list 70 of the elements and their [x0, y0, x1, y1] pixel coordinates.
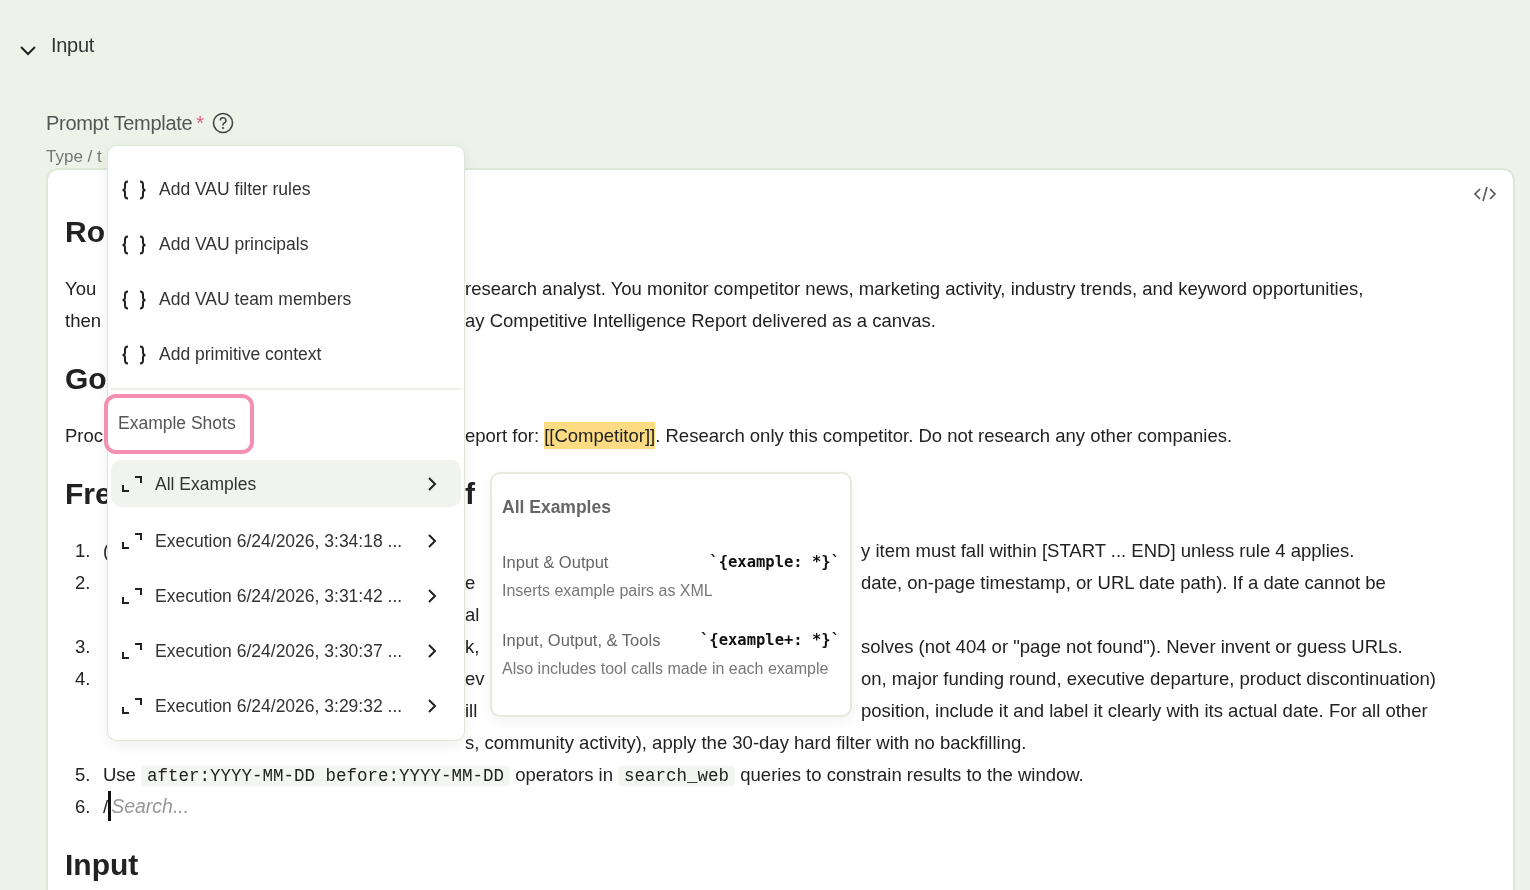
list-number: 1. [74, 539, 92, 563]
menu-item[interactable]: Execution 6/24/2026, 3:31:42 ... [111, 568, 461, 624]
code-icon[interactable] [1473, 186, 1497, 202]
expand-icon [121, 531, 143, 550]
text-fragment: e [465, 572, 476, 593]
option-description: Inserts example pairs as XML [502, 581, 714, 601]
braces-icon [121, 344, 147, 365]
text-fragment: al [465, 604, 480, 625]
text-fragment: ill [465, 700, 478, 721]
chevron-down-icon[interactable] [19, 44, 37, 56]
text-fragment: Proc [65, 425, 104, 446]
menu-item[interactable]: Execution 6/24/2026, 3:30:37 ... [111, 623, 461, 679]
text-fragment: ay Competitive Intelligence Report delivered as a canvas. [465, 310, 936, 331]
menu-item[interactable]: Add VAU team members [111, 272, 461, 327]
list-number: 4. [74, 667, 92, 691]
text-fragment: y item must fall within [START ... END] unless rule 4 applies. [861, 540, 1355, 561]
list-number: 3. [74, 635, 92, 659]
text-fragment: solves (not 404 or "page not found"). Never invent or guess URLs. [861, 636, 1403, 657]
required-mark: * [196, 111, 204, 136]
heading-text: Go [65, 362, 107, 395]
chevron-right-icon [427, 475, 437, 492]
list-number: 5. [74, 763, 92, 787]
menu-item[interactable]: Execution 6/24/2026, 3:34:18 ... [111, 513, 461, 569]
text-fragment: eport for: [[Competitor]]. Research only this competitor. Do not research any other companies. [465, 422, 1233, 449]
template-variable: [[Competitor]] [544, 422, 656, 449]
menu-item[interactable]: Add primitive context [111, 327, 461, 382]
text-fragment: date, on-page timestamp, or URL date path). If a date cannot be [861, 572, 1386, 593]
field-hint: Type / t [46, 147, 102, 166]
braces-icon [121, 234, 147, 255]
slash-text: / [103, 796, 109, 817]
inline-code: after:YYYY-MM-DD before:YYYY-MM-DD [141, 766, 511, 786]
expand-icon [121, 586, 143, 605]
expand-icon [121, 696, 143, 715]
field-label: Prompt Template [46, 111, 193, 136]
chevron-right-icon [427, 642, 437, 659]
chevron-right-icon [427, 532, 437, 549]
section-label: Example Shots [104, 394, 254, 455]
expand-icon [121, 474, 143, 493]
text-fragment: s, community activity), apply the 30-day hard filter with no backfilling. [465, 732, 1027, 753]
text-fragment: You [65, 278, 97, 299]
submenu-title: All Examples [502, 496, 612, 519]
text-fragment: k, [465, 636, 480, 657]
expand-icon [121, 641, 143, 660]
option-syntax: `{example+: *}` [700, 629, 840, 651]
option-label[interactable]: Input & Output [502, 550, 609, 575]
list-text: Use after:YYYY-MM-DD before:YYYY-MM-DD operators in search_web queries to constrain results to the window. [103, 764, 1084, 785]
text-fragment: research analyst. You monitor competitor news, marketing activity, industry trends, and keyword opportunities, [465, 278, 1364, 299]
menu-item[interactable]: Add VAU principals [111, 217, 461, 272]
option-description: Also includes tool calls made in each example [502, 658, 830, 679]
list-number: 6. [74, 795, 92, 819]
text-fragment: then [65, 310, 101, 331]
heading-text: f [465, 477, 475, 510]
heading-text: Input [65, 848, 139, 881]
menu-item[interactable]: Add VAU filter rules [111, 162, 461, 217]
heading-text: Ro [65, 215, 105, 248]
braces-icon [121, 179, 147, 200]
text-fragment: on, major funding round, executive departure, product discontinuation) [861, 668, 1436, 689]
menu-item[interactable]: Execution 6/24/2026, 3:29:32 ... [111, 678, 461, 734]
braces-icon [121, 289, 147, 310]
option-label[interactable]: Input, Output, & Tools [502, 627, 661, 653]
option-syntax: `{example: *}` [709, 552, 840, 573]
menu-item[interactable]: All Examples [111, 460, 461, 508]
text-fragment: ev [465, 668, 485, 689]
list-number: 2. [74, 571, 92, 595]
chevron-right-icon [427, 697, 437, 714]
text-fragment: position, include it and label it clearly with its actual date. For all other [861, 700, 1428, 721]
inline-code: search_web [618, 766, 736, 786]
help-icon[interactable] [211, 112, 234, 134]
section-title[interactable]: Input [51, 30, 94, 60]
chevron-right-icon [427, 587, 437, 604]
